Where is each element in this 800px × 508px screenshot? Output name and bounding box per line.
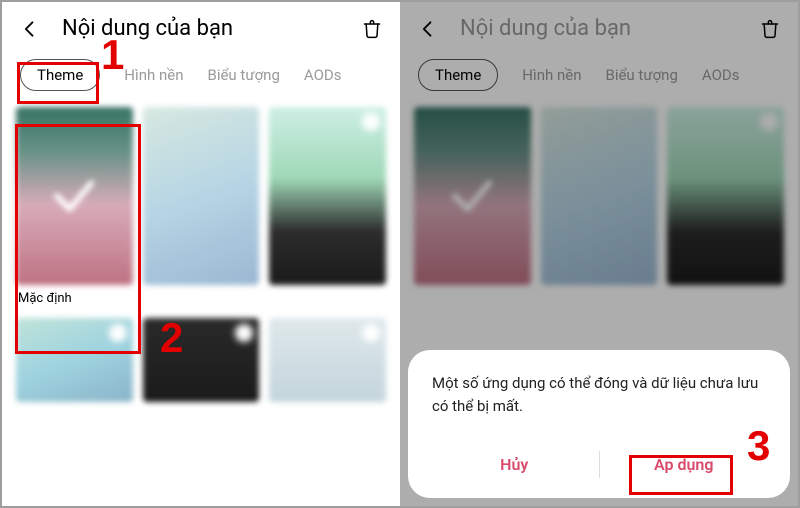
confirm-dialog: Một số ứng dụng có thể đóng và dữ liệu c… <box>408 350 790 498</box>
apply-button[interactable]: Áp dụng <box>600 445 769 484</box>
tab-aods[interactable]: AODs <box>304 66 342 84</box>
delete-icon[interactable] <box>362 18 382 40</box>
selected-check-icon <box>16 107 133 285</box>
dialog-message: Một số ứng dụng có thể đóng và dữ liệu c… <box>430 372 768 417</box>
theme-thumbnail <box>143 318 260 402</box>
dialog-actions: Hủy Áp dụng <box>430 445 768 484</box>
screen-apply-dialog: Nội dung của bạn Theme Hình nền Biểu tượ… <box>400 2 798 506</box>
screen-themes-list: Nội dung của bạn Theme Hình nền Biểu tượ… <box>2 2 400 506</box>
tab-wallpaper[interactable]: Hình nền <box>124 66 183 84</box>
cancel-button[interactable]: Hủy <box>430 445 599 484</box>
theme-card-default[interactable]: Mặc định <box>16 107 133 308</box>
category-tabs: Theme Hình nền Biểu tượng AODs <box>2 51 400 101</box>
theme-card[interactable] <box>143 107 260 308</box>
download-badge-icon <box>362 324 380 342</box>
theme-card[interactable] <box>16 318 133 402</box>
theme-thumbnail <box>269 318 386 402</box>
theme-label: Mặc định <box>16 285 133 308</box>
download-badge-icon <box>109 324 127 342</box>
header: Nội dung của bạn <box>2 2 400 51</box>
tab-icons[interactable]: Biểu tượng <box>207 66 279 84</box>
download-badge-icon <box>235 324 253 342</box>
theme-thumbnail <box>16 107 133 285</box>
theme-card[interactable] <box>143 318 260 402</box>
theme-card[interactable] <box>269 107 386 308</box>
tab-theme[interactable]: Theme <box>20 59 100 91</box>
theme-thumbnail <box>143 107 260 285</box>
theme-thumbnail <box>269 107 386 285</box>
back-icon[interactable] <box>20 19 40 39</box>
theme-grid: Mặc định <box>2 101 400 402</box>
theme-thumbnail <box>16 318 133 402</box>
page-title: Nội dung của bạn <box>62 16 362 41</box>
theme-card[interactable] <box>269 318 386 402</box>
download-badge-icon <box>362 113 380 131</box>
